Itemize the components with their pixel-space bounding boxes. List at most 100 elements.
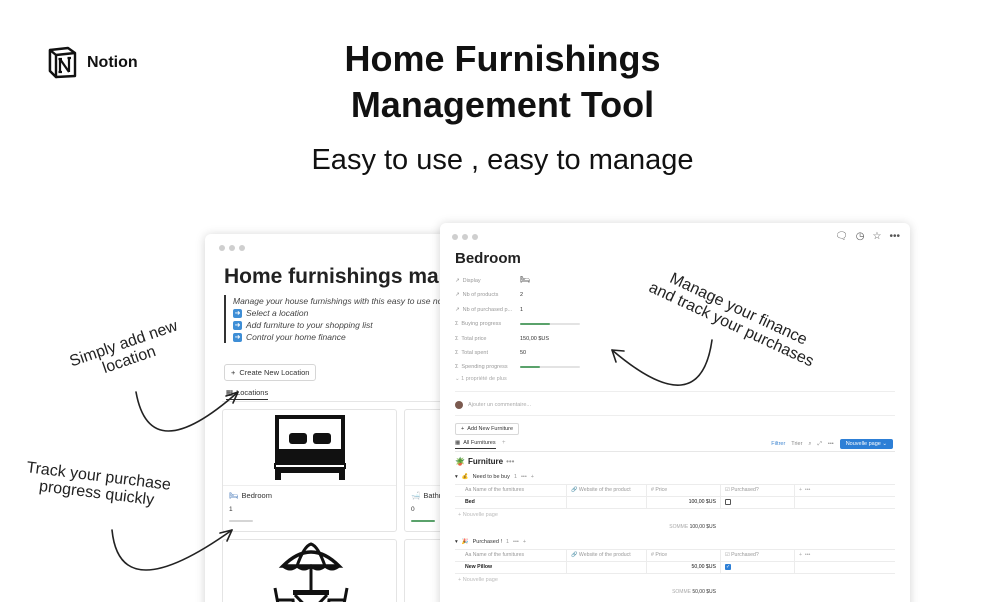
- more-properties-toggle[interactable]: ⌄ 1 propriété de plus: [455, 376, 507, 382]
- column-header[interactable]: 🔗 Website of the product: [566, 485, 646, 496]
- card-name: Bedroom: [241, 491, 272, 500]
- locations-window: Home furnishings man Manage your house f…: [205, 234, 455, 602]
- more-icon[interactable]: •••: [506, 457, 514, 466]
- create-location-button[interactable]: + Create New Location: [224, 364, 317, 381]
- row-name[interactable]: Bed: [455, 499, 566, 505]
- plus-icon[interactable]: +: [531, 474, 534, 480]
- plus-icon[interactable]: +: [523, 539, 526, 545]
- comment-placeholder: Ajouter un commentaire...: [468, 402, 531, 408]
- row-purchased[interactable]: ✓: [720, 561, 794, 573]
- caret-down-icon: ▾: [455, 539, 458, 545]
- window-dot: [472, 234, 478, 240]
- column-header[interactable]: ☑ Purchased?: [720, 550, 794, 561]
- new-row-button[interactable]: + Nouvelle page: [455, 574, 895, 586]
- column-header[interactable]: Aa Name of the furnitures: [455, 487, 566, 493]
- tab-label: All Furnitures: [463, 440, 496, 446]
- bed-image: [223, 410, 396, 486]
- add-column-icon[interactable]: + •••: [794, 485, 895, 496]
- tab-all-furnitures[interactable]: ▦ All Furnitures: [455, 440, 496, 449]
- group-label: Need to be buy: [472, 474, 510, 480]
- bed-emoji-icon: 🛏: [229, 491, 239, 500]
- arrow-right-icon: ➜: [233, 320, 242, 330]
- window-dot: [219, 245, 225, 251]
- table-row[interactable]: New Pillow 50,00 $US ✓: [455, 561, 895, 574]
- group-header[interactable]: ▾ 💰 Need to be buy 1 ••• +: [455, 474, 534, 480]
- property-value: 50: [520, 349, 527, 356]
- property-key: Total price: [461, 335, 487, 342]
- location-card-bedroom[interactable]: 🛏 Bedroom 1: [222, 409, 397, 532]
- patio-umbrella-icon: [273, 542, 349, 602]
- window-controls: [452, 234, 478, 240]
- database-title-text: Furniture: [467, 457, 504, 466]
- add-column-icon[interactable]: + •••: [794, 550, 895, 561]
- history-icon[interactable]: ◷: [856, 231, 865, 242]
- callout-item-text: Control your home finance: [246, 332, 346, 342]
- window-dot: [452, 234, 458, 240]
- checkbox-unchecked[interactable]: [725, 499, 731, 506]
- progress-bar: [229, 520, 253, 522]
- filter-button[interactable]: Filtrer: [771, 441, 785, 447]
- buying-progress-bar: [520, 323, 580, 326]
- more-icon[interactable]: •••: [513, 539, 519, 545]
- coin-emoji-icon: 💰: [461, 474, 469, 480]
- database-toolbar: Filtrer Trier ⌕ ⤢ ••• Nouvelle page ⌄: [771, 439, 893, 449]
- hero-subtitle: Easy to use , easy to manage: [311, 144, 694, 176]
- page-actions: 🗨 ◷ ☆ •••: [835, 231, 900, 242]
- card-count: 0: [411, 506, 415, 513]
- row-name[interactable]: New Pillow: [455, 564, 566, 570]
- more-icon[interactable]: •••: [889, 231, 900, 242]
- hero-title: Home Furnishings Management Tool: [0, 36, 1005, 128]
- column-header[interactable]: Aa Name of the furnitures: [455, 552, 566, 558]
- column-header[interactable]: ☑ Purchased?: [720, 485, 794, 496]
- row-purchased[interactable]: [720, 496, 794, 508]
- gallery-icon: ▦: [226, 388, 234, 397]
- bed-emoji-icon: 🛏: [520, 275, 531, 284]
- add-view-icon[interactable]: +: [502, 440, 506, 446]
- new-row-label: Nouvelle page: [462, 512, 498, 518]
- bathtub-emoji-icon: 🛁: [411, 491, 421, 500]
- location-card-patio[interactable]: [222, 539, 397, 602]
- more-icon[interactable]: •••: [828, 441, 834, 447]
- more-icon[interactable]: •••: [521, 474, 527, 480]
- search-icon[interactable]: ⌕: [808, 441, 811, 448]
- column-label: Purchased?: [731, 552, 759, 559]
- column-header[interactable]: # Price: [646, 550, 720, 561]
- plant-emoji-icon: 🪴: [455, 457, 465, 466]
- group-header[interactable]: ▾ 🎉 Purchased ! 1 ••• +: [455, 539, 526, 545]
- checkbox-checked[interactable]: ✓: [725, 564, 731, 571]
- row-price[interactable]: 50,00 $US: [646, 561, 720, 573]
- database-title: 🪴 Furniture •••: [455, 457, 514, 466]
- tab-locations[interactable]: ▦ Locations: [226, 388, 269, 400]
- bed-icon: [274, 415, 346, 480]
- expand-icon[interactable]: ⤢: [818, 441, 822, 448]
- property-key: Spending progress: [461, 364, 508, 371]
- sort-button[interactable]: Trier: [791, 441, 802, 447]
- property-key: Display: [462, 278, 481, 284]
- link-icon: ↗: [455, 278, 460, 284]
- comment-icon[interactable]: 🗨: [835, 231, 848, 242]
- divider: [455, 415, 895, 416]
- callout-intro: Manage your house furnishings with this …: [233, 296, 455, 306]
- row-website[interactable]: [566, 496, 646, 508]
- property-key: Nb of purchased p...: [462, 306, 513, 313]
- new-row-button[interactable]: + Nouvelle page: [455, 509, 895, 521]
- card-count: 1: [229, 506, 233, 513]
- star-icon[interactable]: ☆: [873, 231, 882, 242]
- add-furniture-label: Add New Furniture: [467, 426, 514, 432]
- window-dot: [239, 245, 245, 251]
- caret-down-icon: ▾: [455, 474, 458, 480]
- column-header[interactable]: # Price: [646, 485, 720, 496]
- spending-progress-bar: [520, 366, 580, 369]
- row-price[interactable]: 100,00 $US: [646, 496, 720, 508]
- comment-input[interactable]: Ajouter un commentaire...: [455, 401, 531, 409]
- avatar: [455, 401, 463, 409]
- new-page-button[interactable]: Nouvelle page ⌄: [839, 439, 893, 449]
- column-header[interactable]: 🔗 Website of the product: [566, 550, 646, 561]
- add-furniture-button[interactable]: + Add New Furniture: [455, 423, 520, 435]
- table-row[interactable]: Bed 100,00 $US: [455, 496, 895, 509]
- row-website[interactable]: [566, 561, 646, 573]
- column-label: Name of the furnitures: [472, 552, 525, 559]
- new-page-label: Nouvelle page: [845, 441, 881, 447]
- column-label: Website of the product: [578, 487, 631, 494]
- column-label: Price: [655, 552, 668, 559]
